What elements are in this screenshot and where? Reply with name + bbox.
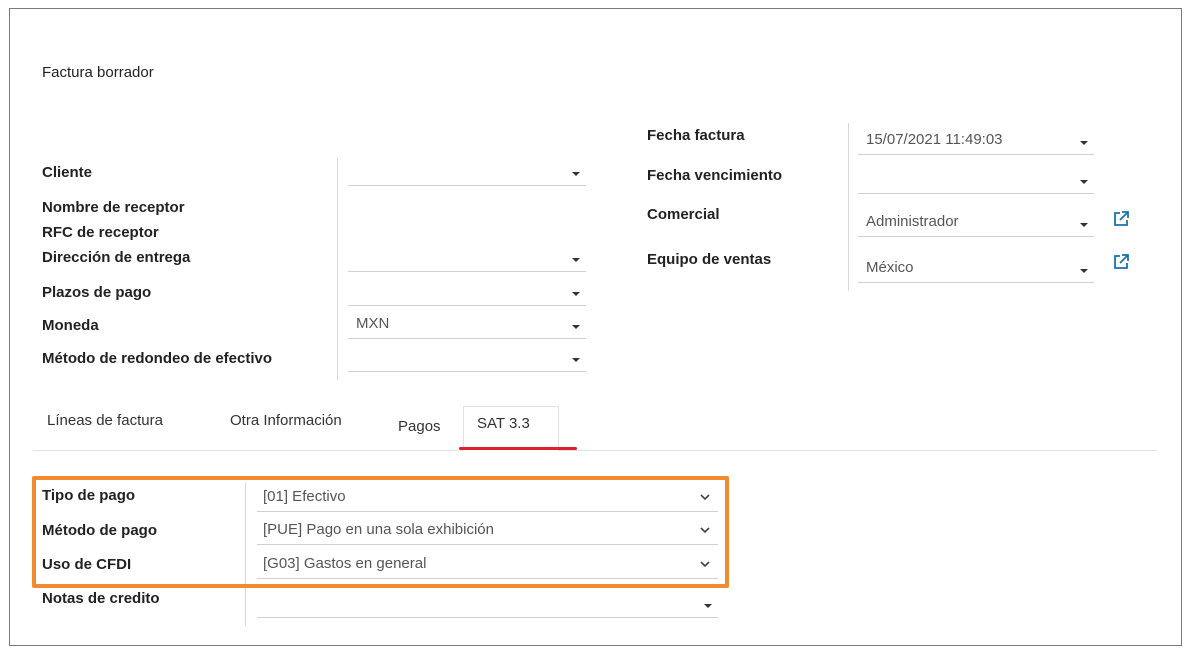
label-equipo-ventas: Equipo de ventas [647, 251, 772, 268]
external-link-icon[interactable] [1111, 252, 1131, 272]
sat-highlight-box [32, 476, 729, 588]
label-fecha-vencimiento: Fecha vencimiento [647, 167, 783, 184]
comercial-select[interactable]: Administrador [858, 211, 1094, 237]
label-moneda: Moneda [42, 317, 99, 334]
caret-down-icon [1080, 180, 1088, 184]
external-link-icon[interactable] [1111, 209, 1131, 229]
label-notas-credito: Notas de credito [42, 590, 160, 607]
caret-down-icon [572, 258, 580, 262]
caret-down-icon [704, 604, 712, 608]
caret-down-icon [1080, 141, 1088, 145]
right-column-divider [848, 123, 849, 291]
label-cliente: Cliente [42, 164, 93, 181]
caret-down-icon [572, 292, 580, 296]
label-nombre-receptor: Nombre de receptor [42, 199, 185, 216]
moneda-select[interactable]: MXN [348, 313, 586, 339]
direccion-entrega-select[interactable] [348, 246, 586, 272]
active-tab-underline [459, 447, 577, 450]
metodo-redondeo-select[interactable] [348, 346, 586, 372]
label-rfc-receptor: RFC de receptor [42, 224, 159, 241]
tab-lineas-factura[interactable]: Líneas de factura [47, 412, 163, 429]
form-title: Factura borrador [42, 64, 154, 81]
fecha-factura-field[interactable]: 15/07/2021 11:49:03 [858, 129, 1094, 155]
cliente-select[interactable] [348, 160, 586, 186]
caret-down-icon [572, 172, 580, 176]
tab-otra-informacion[interactable]: Otra Información [230, 412, 342, 429]
caret-down-icon [572, 358, 580, 362]
fecha-vencimiento-field[interactable] [858, 168, 1094, 194]
label-direccion-entrega: Dirección de entrega [42, 249, 191, 266]
tab-sat[interactable]: SAT 3.3 [477, 415, 530, 432]
left-column-divider [337, 158, 338, 380]
caret-down-icon [572, 325, 580, 329]
label-metodo-redondeo: Método de redondeo de efectivo [42, 350, 273, 367]
caret-down-icon [1080, 223, 1088, 227]
tabs-baseline [33, 450, 1157, 451]
tab-pagos[interactable]: Pagos [398, 418, 441, 435]
label-fecha-factura: Fecha factura [647, 127, 745, 144]
equipo-ventas-select[interactable]: México [858, 257, 1094, 283]
label-plazos-pago: Plazos de pago [42, 284, 152, 301]
label-comercial: Comercial [647, 206, 720, 223]
caret-down-icon [1080, 269, 1088, 273]
notas-credito-select[interactable] [257, 592, 718, 618]
plazos-pago-select[interactable] [348, 280, 586, 306]
